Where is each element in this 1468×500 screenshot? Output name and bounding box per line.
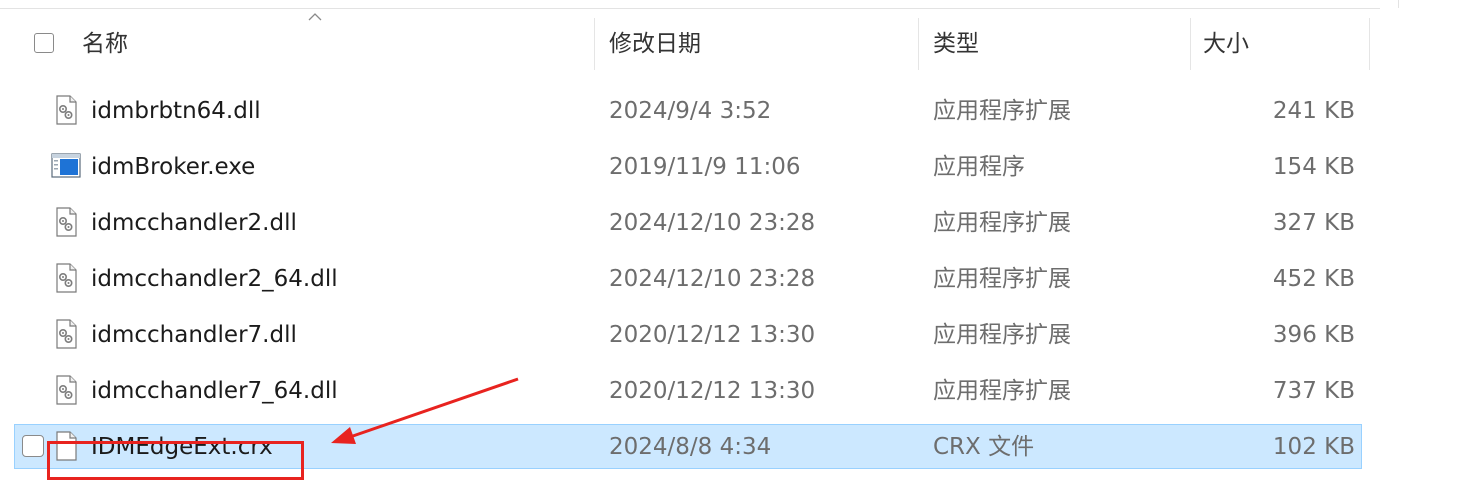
file-date: 2024/9/4 3:52	[609, 98, 772, 124]
column-header-name[interactable]: 名称	[82, 28, 128, 60]
top-divider	[0, 8, 1380, 9]
file-size: 241 KB	[1272, 98, 1355, 124]
file-row[interactable]: idmcchandler2_64.dll 2024/12/10 23:28 应用程序…	[0, 252, 1380, 308]
file-type: 应用程序扩展	[933, 266, 1071, 292]
file-date: 2024/12/10 23:28	[609, 210, 816, 236]
column-header-date[interactable]: 修改日期	[609, 28, 701, 60]
file-type: 应用程序扩展	[933, 98, 1071, 124]
file-type: 应用程序扩展	[933, 210, 1071, 236]
column-divider[interactable]	[1190, 18, 1191, 70]
file-type: 应用程序	[933, 154, 1025, 180]
file-row[interactable]: idmcchandler2.dll 2024/12/10 23:28 应用程序扩展 3…	[0, 196, 1380, 252]
window-edge	[1398, 0, 1399, 8]
file-name[interactable]: idmBroker.exe	[91, 152, 255, 182]
file-date: 2024/12/10 23:28	[609, 266, 816, 292]
file-name[interactable]: idmcchandler7_64.dll	[91, 376, 338, 406]
file-date: 2019/11/9 11:06	[609, 154, 801, 180]
file-name[interactable]: idmcchandler7.dll	[91, 320, 297, 350]
dll-file-icon	[56, 207, 77, 237]
column-header-bar: 名称 修改日期 类型 大小	[0, 0, 1380, 72]
file-size: 102 KB	[1272, 434, 1355, 460]
file-list: idmbrbtn.dll2024/9/4 3:52应用程序扩展229 KBidm…	[0, 39, 1380, 500]
exe-file-icon	[51, 153, 81, 178]
file-date: 2020/12/12 13:30	[609, 322, 816, 348]
dll-file-icon	[56, 95, 77, 125]
row-checkbox[interactable]	[22, 435, 44, 457]
column-divider[interactable]	[1369, 18, 1370, 70]
file-date: 2024/8/8 4:34	[609, 434, 772, 460]
file-size: 452 KB	[1272, 266, 1355, 292]
column-divider[interactable]	[918, 18, 919, 70]
file-row[interactable]: idmcchandler7_64.dll 2020/12/12 13:30 应用程序…	[0, 364, 1380, 420]
file-row[interactable]: idmcchandler7.dll 2020/12/12 13:30 应用程序扩展 3…	[0, 308, 1380, 364]
file-size: 154 KB	[1272, 154, 1355, 180]
column-header-size[interactable]: 大小	[1203, 28, 1249, 60]
file-name[interactable]: idmcchandler2_64.dll	[91, 264, 338, 294]
file-type: CRX 文件	[933, 434, 1035, 460]
file-row[interactable]: idmBroker.exe 2019/11/9 11:06 应用程序 154 KB	[0, 140, 1380, 196]
file-size: 737 KB	[1272, 378, 1355, 404]
file-size: 327 KB	[1272, 210, 1355, 236]
dll-file-icon	[56, 263, 77, 293]
file-type: 应用程序扩展	[933, 322, 1071, 348]
file-date: 2020/12/12 13:30	[609, 378, 816, 404]
file-type: 应用程序扩展	[933, 378, 1071, 404]
sort-ascending-icon[interactable]	[307, 12, 323, 22]
file-size: 396 KB	[1272, 322, 1355, 348]
select-all-checkbox[interactable]	[34, 33, 54, 53]
dll-file-icon	[56, 375, 77, 405]
column-header-type[interactable]: 类型	[933, 28, 979, 60]
highlight-box	[47, 441, 304, 480]
dll-file-icon	[56, 319, 77, 349]
file-name[interactable]: idmbrbtn64.dll	[91, 96, 261, 126]
file-name[interactable]: idmcchandler2.dll	[91, 208, 297, 238]
column-divider[interactable]	[594, 18, 595, 70]
file-row[interactable]: idmbrbtn64.dll 2024/9/4 3:52 应用程序扩展 241 KB	[0, 84, 1380, 140]
